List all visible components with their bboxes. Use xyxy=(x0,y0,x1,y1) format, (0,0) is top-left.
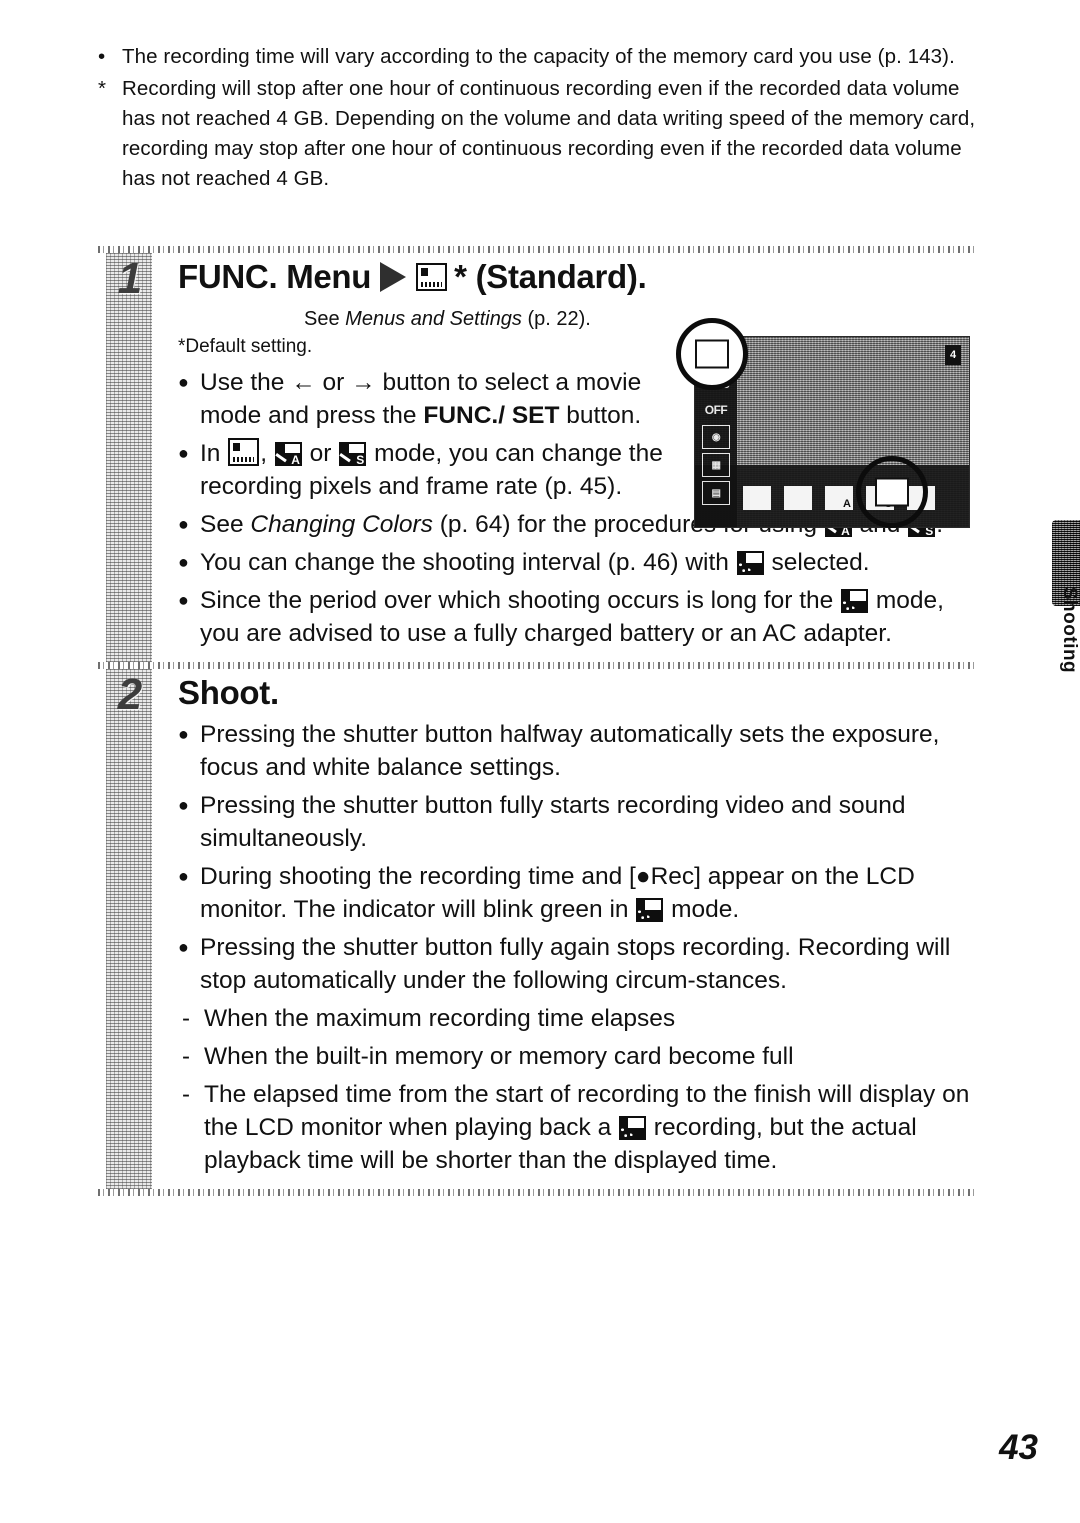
thumb-tab: Shooting xyxy=(1052,520,1080,710)
note-item: * Recording will stop after one hour of … xyxy=(98,74,978,194)
flash-off-icon: OFF xyxy=(704,403,728,417)
step-gutter-texture xyxy=(106,253,152,662)
top-notes: • The recording time will vary according… xyxy=(98,42,978,194)
bullet-text-b: selected. xyxy=(764,548,870,576)
step-gutter-texture xyxy=(106,668,152,1189)
step-2-body: Shoot. Pressing the shutter button halfw… xyxy=(160,669,978,1189)
note-item: • The recording time will vary according… xyxy=(98,42,978,72)
bullet-text-a: Use the xyxy=(200,368,292,396)
step-1-number: 1 xyxy=(117,254,143,303)
color-swap-icon: S xyxy=(339,441,367,466)
step-2-gutter: 2 xyxy=(98,668,160,1189)
step-1-heading-prefix: FUNC. Menu xyxy=(178,258,372,295)
divider-top xyxy=(98,246,978,253)
func-set-label: FUNC./ SET xyxy=(423,401,560,429)
see-prefix: See xyxy=(304,307,346,330)
iso-auto-icon: ◉ xyxy=(702,425,730,449)
highlight-circle-bottom xyxy=(856,456,928,528)
lcd-left-icon-column: AWB OFF ◉ ▦ ▤ xyxy=(695,367,737,527)
note-marker: * xyxy=(98,77,107,100)
sub-bullet-max-time: When the maximum recording time elapses xyxy=(178,1002,978,1035)
sub-bullet-memory-full: When the built-in memory or memory card … xyxy=(178,1040,978,1073)
step-2-number: 2 xyxy=(117,669,143,719)
bullet-text-d: button. xyxy=(559,401,642,429)
bullet-select-movie-mode: Use the ← or → button to select a movie … xyxy=(178,366,670,432)
lcd-mode-color-accent: A xyxy=(825,486,853,510)
see-italic-title: Menus and Settings xyxy=(345,307,522,330)
color-accent-icon: A xyxy=(274,441,302,466)
step-1-heading-suffix: * (Standard). xyxy=(454,258,647,295)
step-1-gutter: 1 xyxy=(98,253,160,662)
lcd-mode-row: A S xyxy=(743,475,963,521)
bullet-text-b: or xyxy=(315,368,352,396)
lcd-mode-compact xyxy=(784,486,812,510)
bullet-text-a: You can change the shooting interval (p.… xyxy=(200,548,736,576)
step-2-heading: Shoot. xyxy=(178,673,279,711)
thumb-tab-label: Shooting xyxy=(1059,586,1080,674)
bullet-text-a: During shooting the recording time and [… xyxy=(200,862,915,923)
step-1-heading: FUNC. Menu * (Standard). xyxy=(178,258,978,296)
standard-movie-icon xyxy=(228,437,260,466)
page-number: 43 xyxy=(999,1428,1038,1467)
time-lapse-icon xyxy=(619,1115,646,1140)
standard-movie-icon xyxy=(416,263,448,292)
bullet-text-b: mode. xyxy=(664,895,740,923)
note-marker: • xyxy=(98,45,106,68)
divider-middle xyxy=(98,661,978,669)
highlight-circle-top-left xyxy=(676,318,748,390)
highlighted-menu-icon xyxy=(695,339,729,369)
time-lapse-icon xyxy=(841,588,869,613)
triangle-right-icon xyxy=(380,262,407,293)
sub-bullet-elapsed-time: The elapsed time from the start of recor… xyxy=(178,1078,978,1177)
size-icon: ▤ xyxy=(702,481,730,505)
bullet-full-press: Pressing the shutter button fully starts… xyxy=(178,789,978,855)
step-2: 2 Shoot. Pressing the shutter button hal… xyxy=(98,668,978,1189)
lcd-mode-standard xyxy=(743,486,771,510)
time-lapse-icon xyxy=(636,897,664,922)
bullet-text-a: In xyxy=(200,439,228,467)
changing-colors-title: Changing Colors xyxy=(250,510,433,538)
battery-icon: 4 xyxy=(945,345,961,365)
note-text: Recording will stop after one hour of co… xyxy=(122,77,976,190)
arrow-right-icon: → xyxy=(351,368,376,396)
bullet-text-c: or xyxy=(302,439,339,467)
divider-bottom xyxy=(98,1188,978,1196)
time-lapse-icon xyxy=(736,550,764,575)
bullet-stop-recording: Pressing the shutter button fully again … xyxy=(178,931,978,997)
lcd-screenshot: AWB OFF ◉ ▦ ▤ 4 A S xyxy=(676,318,970,540)
bullet-shooting-interval: You can change the shooting interval (p.… xyxy=(178,546,978,579)
bullet-halfway-press: Pressing the shutter button halfway auto… xyxy=(178,718,978,784)
bullet-text-b: , xyxy=(260,439,274,467)
bullet-text-a: Since the period over which shooting occ… xyxy=(200,586,841,614)
see-suffix: (p. 22). xyxy=(521,307,591,330)
arrow-left-icon: ← xyxy=(291,368,316,396)
note-text: The recording time will vary according t… xyxy=(122,45,955,68)
bullet-recording-pixels: In , A or S mode, you can change the rec… xyxy=(178,437,670,503)
quality-icon: ▦ xyxy=(702,453,730,477)
bullet-rec-indicator: During shooting the recording time and [… xyxy=(178,860,978,926)
step-2-bullets: Pressing the shutter button halfway auto… xyxy=(178,718,978,1177)
bullet-battery-advice: Since the period over which shooting occ… xyxy=(178,584,978,650)
highlighted-mode-icon xyxy=(875,477,909,507)
bullet-text-a: See xyxy=(200,510,251,538)
